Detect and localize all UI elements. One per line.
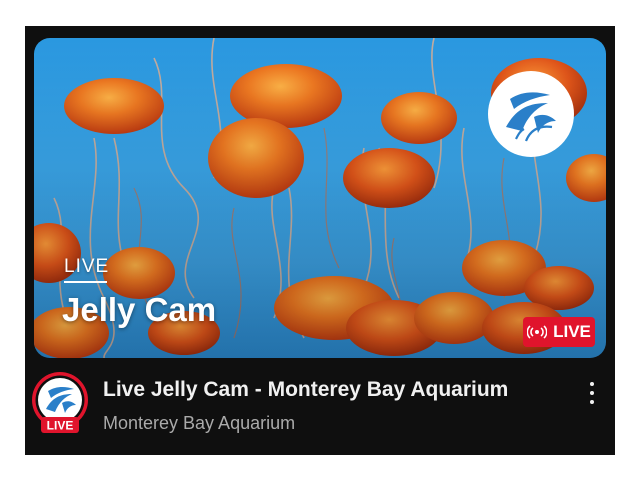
- menu-dot: [590, 391, 594, 395]
- video-thumbnail[interactable]: LIVE Jelly Cam LIVE: [34, 38, 606, 358]
- live-badge-label: LIVE: [553, 322, 591, 341]
- video-card[interactable]: LIVE Jelly Cam LIVE LIVE Live Jelly Cam …: [25, 26, 615, 455]
- channel-avatar-image: LIVE: [32, 372, 88, 433]
- channel-name[interactable]: Monterey Bay Aquarium: [103, 413, 295, 434]
- menu-dot: [590, 400, 594, 404]
- live-label-underline: [64, 281, 107, 283]
- live-badge: LIVE: [523, 317, 595, 347]
- broadcast-icon: [527, 325, 548, 339]
- thumbnail-live-label: LIVE: [64, 256, 110, 277]
- avatar-live-label: LIVE: [47, 419, 74, 433]
- monterey-bay-aquarium-logo: [488, 71, 574, 157]
- channel-avatar[interactable]: LIVE: [29, 371, 91, 435]
- menu-dot: [590, 382, 594, 386]
- video-title[interactable]: Live Jelly Cam - Monterey Bay Aquarium: [103, 378, 508, 402]
- thumbnail-title: Jelly Cam: [62, 291, 217, 328]
- more-vertical-icon[interactable]: [581, 378, 603, 408]
